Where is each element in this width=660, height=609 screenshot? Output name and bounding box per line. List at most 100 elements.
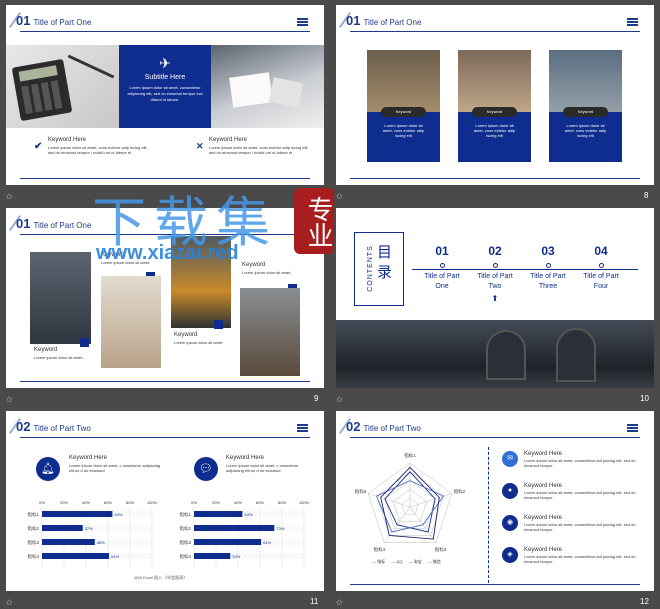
slide-11[interactable]: 02 Title of Part Two 🔔︎ Keyword Here Lor… xyxy=(6,411,324,591)
bar xyxy=(194,511,243,517)
part-number: 01 xyxy=(346,13,361,28)
tick-label: 40% xyxy=(234,500,242,505)
keyword-title: Keyword Here xyxy=(48,137,87,143)
bar xyxy=(42,511,113,517)
footer-divider xyxy=(20,381,310,382)
menu-icon[interactable] xyxy=(627,18,638,26)
keyword-title: Keyword xyxy=(174,332,198,338)
bar xyxy=(42,553,110,559)
contents-heading: 目录 xyxy=(377,244,393,281)
message-icon: ◈ xyxy=(502,547,518,563)
slide-12[interactable]: 02 Title of Part Two 指标1 指标2 指标3 指标4 指标5 — 指… xyxy=(336,411,654,591)
part-number: 01 xyxy=(16,13,31,28)
part-number: 03 xyxy=(541,244,555,258)
keyword-text: Lorem ipsum dolor sit amet, consectetur … xyxy=(524,522,636,532)
part-subtitle: Three xyxy=(538,283,558,290)
slide-title: Title of Part Two xyxy=(363,424,421,433)
bar-chart-right: 0% 20% 40% 60% 80% 100% 指标1 44% 指标2 73% 指标3 61% 指标4 3… xyxy=(179,500,310,569)
vertical-divider xyxy=(488,447,489,583)
slide-10[interactable]: CONTENTS 目录 01 Title of Part One 02 Titl… xyxy=(336,208,654,388)
tick-label: 60% xyxy=(256,500,264,505)
radar-axis xyxy=(409,493,452,508)
bar xyxy=(42,539,95,545)
part-title: Title of Part xyxy=(583,273,619,280)
star-icon[interactable]: ✩ xyxy=(336,598,343,607)
header-divider xyxy=(20,437,310,438)
keyword-title: Keyword Here xyxy=(524,547,563,553)
menu-icon[interactable] xyxy=(627,424,638,432)
traveler-photo xyxy=(240,288,300,376)
category-label: 指标1 xyxy=(27,511,39,518)
chart-caption: @Ql Excel 插入 《学会图表》 xyxy=(134,575,188,580)
bar xyxy=(194,539,262,545)
part-number: 02 xyxy=(346,419,361,434)
slide-title: Title of Part One xyxy=(33,221,92,230)
legend-item: — 指标 xyxy=(372,559,386,564)
radar-chart: 指标1 指标2 指标3 指标4 指标5 xyxy=(355,452,466,553)
keyword-title: Keyword Here xyxy=(524,451,563,457)
slide-header: 02 Title of Part Two xyxy=(346,419,421,434)
card-label: Keyword xyxy=(381,107,426,117)
part-item[interactable]: 03 Title of Part Three xyxy=(528,244,568,290)
keyword-title: Keyword Here xyxy=(524,515,563,521)
weibo-icon: ◉ xyxy=(502,515,518,531)
keyword-item: ● Keyword Here Lorem ipsum dolor sit ame… xyxy=(502,483,642,500)
keyword-text: Lorem ipsum dolor sit amet, cons ectetur… xyxy=(209,145,309,155)
star-icon[interactable]: ✩ xyxy=(336,192,343,201)
slide-title: Title of Part One xyxy=(363,18,422,27)
legend-item: — QQ xyxy=(391,559,403,564)
keyword-text: Lorem ipsum dolor sit amet. xyxy=(242,270,292,275)
tick-label: 100% xyxy=(147,500,158,505)
menu-icon[interactable] xyxy=(297,424,308,432)
part-number: 01 xyxy=(16,216,31,231)
category-label: 指标2 xyxy=(27,525,39,532)
footer-divider xyxy=(350,178,640,179)
watermark-badge-text: 专业 xyxy=(303,196,333,248)
card-label: Keyword xyxy=(563,107,608,117)
contents-label: CONTENTS xyxy=(366,245,374,292)
slide-7[interactable]: 01 Title of Part One ✈ Subtitle Here Lor… xyxy=(6,5,324,185)
part-item[interactable]: 01 Title of Part One xyxy=(422,244,462,290)
keyword-text: Lorem ipsum dolor sit amet, c onsectetur… xyxy=(69,463,161,473)
star-icon[interactable]: ✩ xyxy=(6,395,13,404)
woman-photo xyxy=(101,276,161,368)
star-icon[interactable]: ✩ xyxy=(6,192,13,201)
star-icon[interactable]: ✩ xyxy=(336,395,343,404)
bell-icon: 🔔︎ xyxy=(36,457,60,481)
page-number: 9 xyxy=(314,394,319,403)
subtitle-box: ✈ Subtitle Here Lorem ipsum dolor sit am… xyxy=(119,45,211,128)
menu-icon[interactable] xyxy=(297,18,308,26)
watermark-badge: 专业 xyxy=(294,188,334,254)
category-label: 指标4 xyxy=(179,553,191,560)
part-subtitle: Four xyxy=(593,283,609,290)
part-item[interactable]: 02 Title of Part Two ⬆ xyxy=(475,244,515,303)
category-label: 指标4 xyxy=(27,553,39,560)
footer-divider xyxy=(350,584,640,585)
keyword-title: Keyword Here xyxy=(226,455,265,461)
part-number: 02 xyxy=(488,244,502,258)
card-text: Lorem ipsum dolor sit amet, cons ectetur… xyxy=(473,123,516,138)
keyword-text: Lorem ipsum dolor sit amet. xyxy=(174,340,224,345)
slide-header: 02 Title of Part Two xyxy=(16,419,91,434)
category-label: 指标1 xyxy=(404,452,416,459)
keyword-text: Lorem ipsum dolor sit amet, consectetur … xyxy=(524,458,636,468)
wechat-icon: 💬︎ xyxy=(194,457,218,481)
keyword-title: Keyword xyxy=(34,347,58,353)
part-subtitle: One xyxy=(435,283,449,290)
keyword-item: ✉ Keyword Here Lorem ipsum dolor sit ame… xyxy=(502,451,642,468)
star-icon[interactable]: ✩ xyxy=(6,598,13,607)
watermark-url: www.xiazai.red xyxy=(96,242,239,264)
building-photo xyxy=(336,320,654,388)
header-divider xyxy=(20,31,310,32)
subtitle: Subtitle Here xyxy=(144,74,186,81)
category-label: 指标3 xyxy=(27,539,39,546)
keyword-text: Lorem ipsum dolor sit amet, consectetur … xyxy=(524,490,636,500)
check-icon: ✔ xyxy=(34,141,43,152)
data-label: 64% xyxy=(114,512,122,517)
card-text: Lorem ipsum dolor sit amet, cons ectetur… xyxy=(382,123,425,138)
keyword-title: Keyword xyxy=(242,262,266,268)
card: Keyword Lorem ipsum dolor sit amet, cons… xyxy=(367,50,440,162)
cross-icon: ✕ xyxy=(196,141,204,151)
part-item[interactable]: 04 Title of Part Four xyxy=(581,244,621,290)
slide-8[interactable]: 01 Title of Part One Keyword Lorem ipsum… xyxy=(336,5,654,185)
